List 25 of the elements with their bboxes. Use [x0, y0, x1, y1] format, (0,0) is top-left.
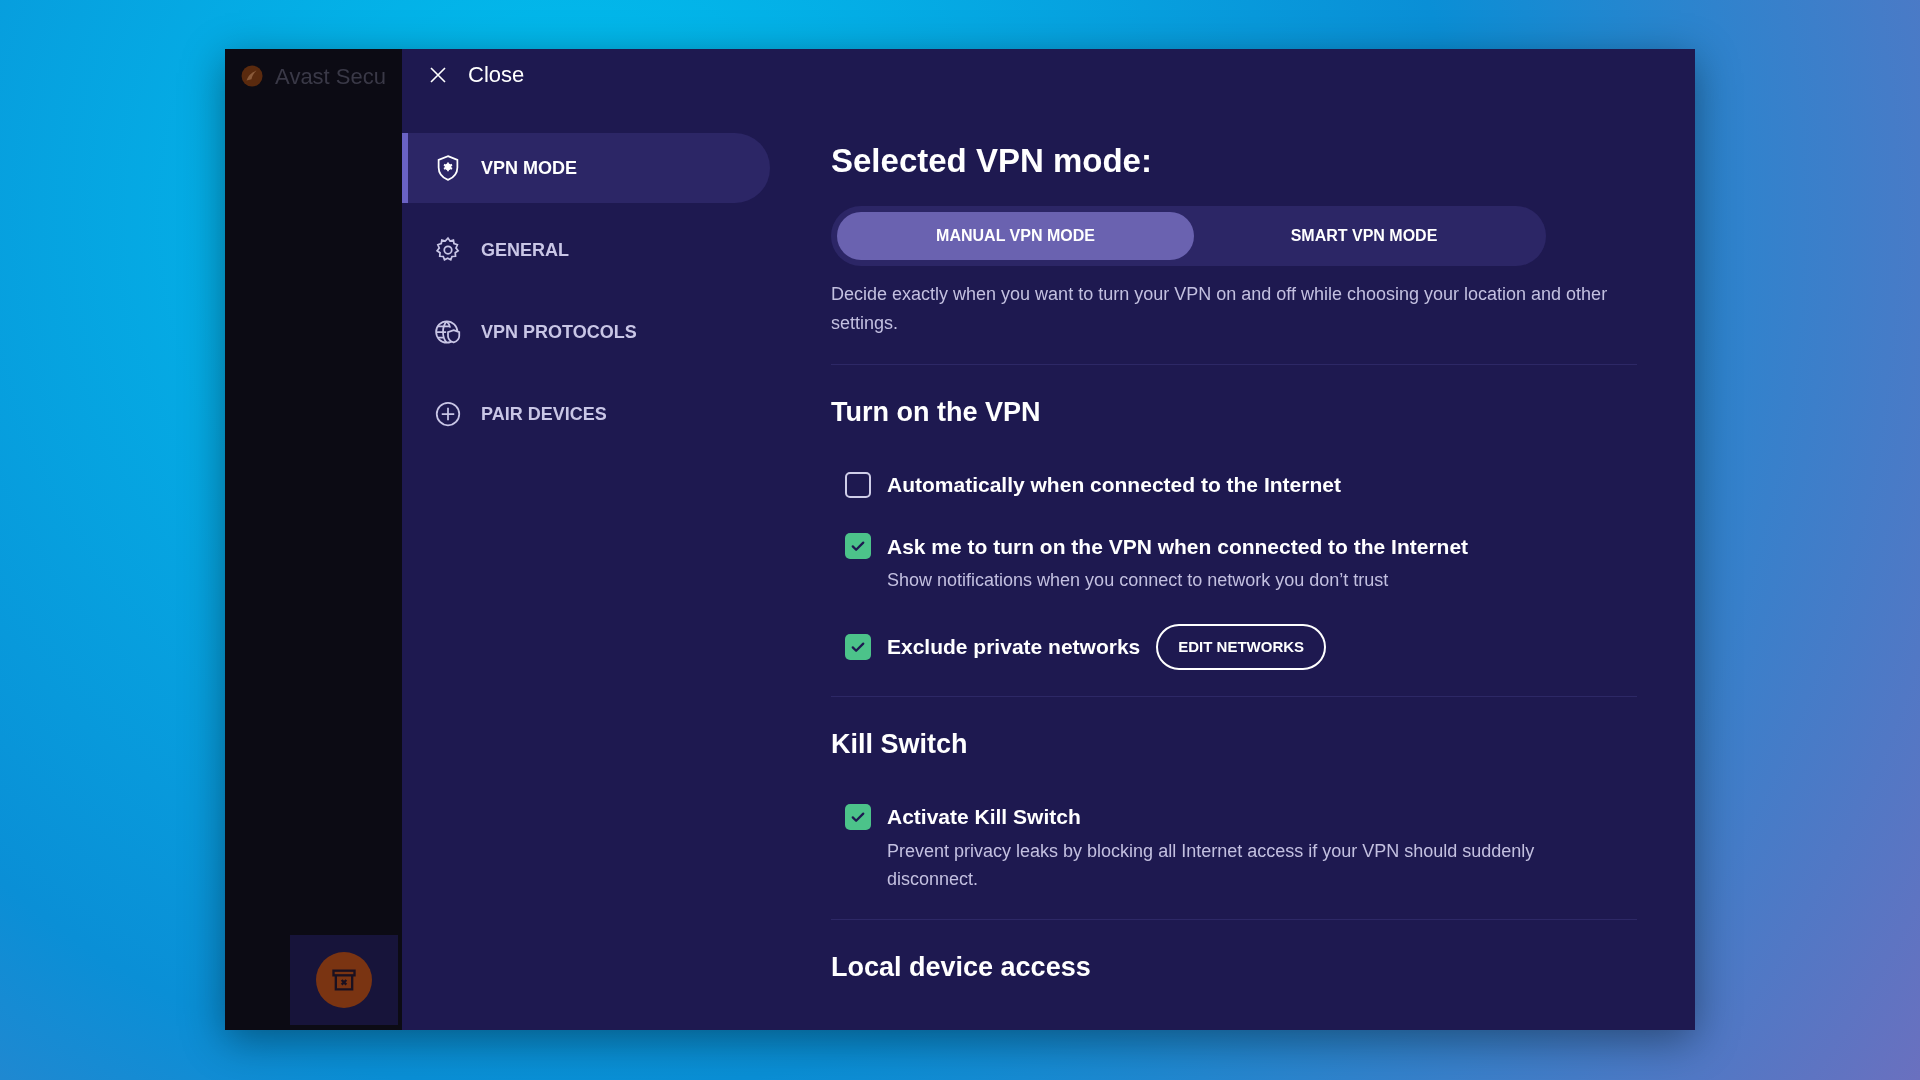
- page-heading: Selected VPN mode:: [831, 141, 1153, 181]
- checkbox[interactable]: [845, 533, 871, 560]
- option-label: Ask me to turn on the VPN when connected to the Internet: [887, 533, 1469, 560]
- nav-item[interactable]: GENERAL: [402, 215, 770, 285]
- checkbox[interactable]: [845, 634, 871, 660]
- plus-circle-icon: [433, 399, 463, 429]
- mode-description: Decide exactly when you want to turn your VPN on and off while choosing your location and other settings.: [831, 283, 1609, 335]
- nav-item[interactable]: VPN MODE: [402, 133, 770, 203]
- section-heading: Kill Switch: [831, 728, 969, 761]
- option-description: Show notifications when you connect to network you don’t trust: [886, 569, 1390, 592]
- nav-item[interactable]: PAIR DEVICES: [402, 379, 770, 449]
- checkbox[interactable]: [845, 471, 871, 498]
- option-label: Exclude private networks: [887, 634, 1141, 661]
- option-label: Activate Kill Switch: [887, 804, 1081, 830]
- mode-tab[interactable]: MANUAL VPN MODE: [837, 212, 1194, 260]
- option-description: Prevent privacy leaks by blocking all Internet access if your VPN should suddenly disconnect.: [886, 839, 1536, 891]
- nav-item[interactable]: VPN PROTOCOLS: [402, 297, 770, 367]
- edit-networks-button[interactable]: EDIT NETWORKS: [1156, 624, 1327, 670]
- checkbox[interactable]: [845, 803, 871, 830]
- mode-tab[interactable]: SMART VPN MODE: [1194, 212, 1534, 260]
- close-icon: [428, 64, 448, 85]
- section-heading: Local device access: [831, 950, 1092, 984]
- close-button[interactable]: Close: [420, 54, 770, 95]
- section-heading: Turn on the VPN: [831, 396, 1042, 429]
- option-label: Automatically when connected to the Internet: [887, 472, 1341, 498]
